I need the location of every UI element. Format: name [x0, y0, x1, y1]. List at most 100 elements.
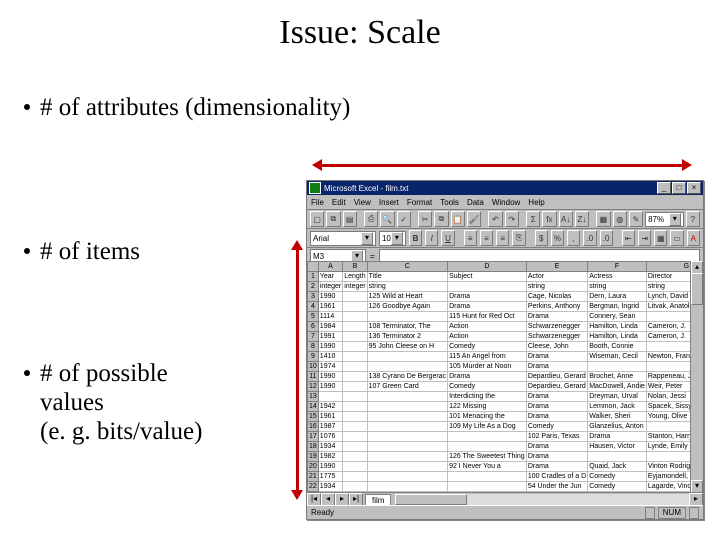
cell[interactable]: Drama: [526, 362, 587, 372]
cell[interactable]: Drama: [526, 392, 587, 402]
cell[interactable]: Eyjamondell, Reynaldo: [646, 472, 691, 482]
cell[interactable]: Lemmon, Jack: [588, 402, 647, 412]
cell[interactable]: integer: [343, 282, 367, 292]
cell[interactable]: 107 Green Card: [367, 382, 447, 392]
cell[interactable]: 1990: [318, 342, 342, 352]
column-header[interactable]: B: [343, 262, 367, 272]
cell[interactable]: Hamilton, Linda: [588, 322, 647, 332]
row-header[interactable]: 7: [308, 332, 319, 342]
cell[interactable]: 101 Menacing the: [448, 412, 527, 422]
row-header[interactable]: 3: [308, 292, 319, 302]
cell[interactable]: MacDowell, Andie: [588, 382, 647, 392]
cell[interactable]: Brochet, Anne: [588, 372, 647, 382]
cell[interactable]: Schwarzenegger: [526, 332, 587, 342]
open-icon[interactable]: ⧉: [326, 211, 340, 227]
cell[interactable]: [343, 362, 367, 372]
cell[interactable]: [367, 422, 447, 432]
cell[interactable]: [367, 442, 447, 452]
cell[interactable]: Lynch, David: [646, 292, 691, 302]
cell[interactable]: Drama: [526, 462, 587, 472]
cell[interactable]: Drama: [526, 352, 587, 362]
cell[interactable]: 1991: [318, 332, 342, 342]
cell[interactable]: Drama: [448, 372, 527, 382]
cell[interactable]: Drama: [526, 442, 587, 452]
font-size-combo[interactable]: 10▾: [379, 231, 406, 246]
cell[interactable]: Connery, Sean: [588, 312, 647, 322]
cell[interactable]: 1934: [318, 442, 342, 452]
cell[interactable]: [367, 412, 447, 422]
cell[interactable]: 125 Wild at Heart: [367, 292, 447, 302]
map-icon[interactable]: ◍: [613, 211, 627, 227]
row-header[interactable]: 18: [308, 442, 319, 452]
menu-tools[interactable]: Tools: [440, 198, 459, 207]
cell[interactable]: Vinton Rodrigue, Marcus: [646, 462, 691, 472]
cell[interactable]: [343, 432, 367, 442]
row-header[interactable]: 13: [308, 392, 319, 402]
menu-edit[interactable]: Edit: [332, 198, 346, 207]
cell[interactable]: [646, 312, 691, 322]
cell[interactable]: Actress: [588, 272, 647, 282]
horizontal-scrollbar[interactable]: [395, 494, 689, 505]
cell[interactable]: 1990: [318, 372, 342, 382]
sort-desc-icon[interactable]: Z↓: [575, 211, 589, 227]
font-color-icon[interactable]: A: [687, 230, 700, 246]
cell[interactable]: [448, 442, 527, 452]
cell[interactable]: 1942: [318, 402, 342, 412]
row-header[interactable]: 22: [308, 482, 319, 492]
column-header[interactable]: F: [588, 262, 647, 272]
menu-file[interactable]: File: [311, 198, 324, 207]
cell[interactable]: Comedy: [448, 382, 527, 392]
cell[interactable]: [343, 292, 367, 302]
spell-icon[interactable]: ✓: [397, 211, 411, 227]
row-header[interactable]: 2: [308, 282, 319, 292]
cell[interactable]: Drama: [448, 302, 527, 312]
cell[interactable]: 126 The Sweetest Thing: [448, 452, 527, 462]
cell[interactable]: [367, 352, 447, 362]
cell[interactable]: Lynde, Emily: [646, 442, 691, 452]
merge-icon[interactable]: ⎘: [512, 230, 525, 246]
cell[interactable]: [343, 382, 367, 392]
cell[interactable]: [646, 422, 691, 432]
cell[interactable]: Drama: [448, 292, 527, 302]
font-combo[interactable]: Arial▾: [310, 231, 376, 246]
row-header[interactable]: 4: [308, 302, 319, 312]
function-icon[interactable]: fx: [542, 211, 556, 227]
cell[interactable]: 1974: [318, 362, 342, 372]
cell[interactable]: Young, Olive: [646, 412, 691, 422]
cell[interactable]: Weir, Peter: [646, 382, 691, 392]
cell[interactable]: 1934: [318, 482, 342, 492]
undo-icon[interactable]: ↶: [488, 211, 502, 227]
scroll-thumb[interactable]: [691, 273, 703, 305]
column-header[interactable]: C: [367, 262, 447, 272]
cell[interactable]: [343, 422, 367, 432]
cell[interactable]: 1982: [318, 452, 342, 462]
cell[interactable]: Interdicting the: [448, 392, 527, 402]
cell[interactable]: [343, 482, 367, 492]
format-painter-icon[interactable]: 🖌: [467, 211, 481, 227]
cell[interactable]: 95 John Cleese on H: [367, 342, 447, 352]
cell[interactable]: 138 Cyrano De Bergerac: [367, 372, 447, 382]
cell[interactable]: Cage, Nicolas: [526, 292, 587, 302]
cell[interactable]: [367, 312, 447, 322]
cell[interactable]: [343, 342, 367, 352]
cell[interactable]: [367, 402, 447, 412]
row-header[interactable]: 21: [308, 472, 319, 482]
cell[interactable]: 1990: [318, 382, 342, 392]
cell[interactable]: 1961: [318, 302, 342, 312]
cell[interactable]: [448, 282, 527, 292]
cell[interactable]: string: [588, 282, 647, 292]
cell[interactable]: 54 Under the Jun: [526, 482, 587, 492]
italic-icon[interactable]: I: [425, 230, 438, 246]
row-header[interactable]: 9: [308, 352, 319, 362]
row-header[interactable]: 20: [308, 462, 319, 472]
row-header[interactable]: 14: [308, 402, 319, 412]
cell[interactable]: Drama: [526, 402, 587, 412]
help-icon[interactable]: ?: [686, 211, 700, 227]
inc-decimal-icon[interactable]: .0: [583, 230, 596, 246]
cell[interactable]: [367, 482, 447, 492]
menu-format[interactable]: Format: [407, 198, 432, 207]
inc-indent-icon[interactable]: ⇥: [638, 230, 651, 246]
chart-wizard-icon[interactable]: ▦: [596, 211, 610, 227]
dec-indent-icon[interactable]: ⇤: [622, 230, 635, 246]
cell[interactable]: Glanzelius, Anton: [588, 422, 647, 432]
